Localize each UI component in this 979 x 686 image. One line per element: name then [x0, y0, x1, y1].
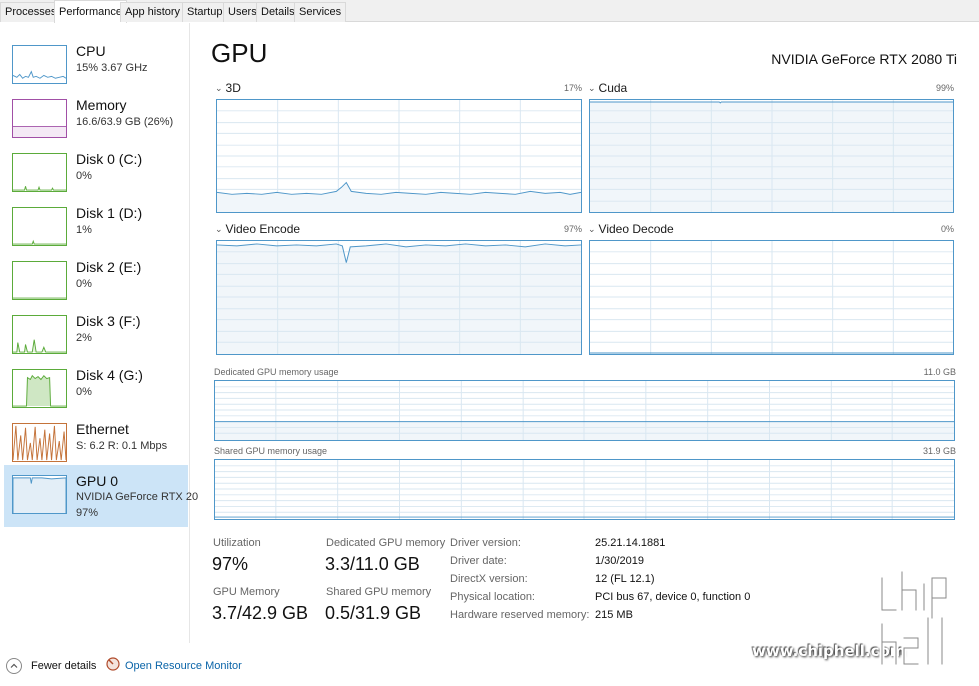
- sidebar-item-label: CPU: [76, 43, 106, 59]
- fewer-details-label: Fewer details: [31, 660, 97, 672]
- tab-processes[interactable]: Processes: [0, 2, 62, 22]
- hardware-reserved-memory-label: Hardware reserved memory:: [450, 609, 590, 621]
- engine-percent: 99%: [935, 83, 954, 93]
- hardware-reserved-memory-value: 215 MB: [595, 609, 633, 621]
- resource-monitor-icon: [106, 656, 120, 676]
- gpu-0-thumbnail-graph: [12, 475, 67, 514]
- page-title: GPU: [211, 38, 268, 68]
- gpu-memory-value: 3.7/42.9 GB: [212, 603, 309, 623]
- engine-graph-video-decode: [589, 240, 954, 355]
- engine-label: Video Encode: [225, 222, 301, 236]
- sidebar-item-disk-0[interactable]: Disk 0 (C:) 0%: [4, 145, 188, 207]
- engine-label: Video Decode: [598, 222, 674, 236]
- sidebar-item-disk-3[interactable]: Disk 3 (F:) 2%: [4, 307, 188, 369]
- open-resource-monitor-link[interactable]: Open Resource Monitor: [106, 656, 242, 676]
- physical-location-value: PCI bus 67, device 0, function 0: [595, 591, 751, 603]
- shared-memory-graph-label: Shared GPU memory usage: [214, 446, 328, 456]
- sidebar-item-cpu[interactable]: CPU 15% 3.67 GHz: [4, 37, 188, 99]
- dedicated-memory-graph: [214, 380, 955, 441]
- sidebar-item-label: Ethernet: [76, 421, 129, 437]
- tab-startup[interactable]: Startup: [182, 2, 228, 22]
- sidebar-item-label: Disk 1 (D:): [76, 205, 143, 221]
- tab-performance[interactable]: Performance: [54, 0, 127, 23]
- sidebar-item-percent: 97%: [76, 507, 99, 519]
- physical-location-label: Physical location:: [450, 591, 535, 603]
- dedicated-memory-graph-label: Dedicated GPU memory usage: [214, 367, 339, 377]
- shared-gpu-memory-label: Shared GPU memory: [326, 586, 432, 598]
- disk-0-thumbnail-graph: [12, 153, 67, 192]
- driver-version-label: Driver version:: [450, 537, 521, 549]
- engine-selector-cuda[interactable]: ⌄ Cuda: [588, 81, 627, 95]
- sidebar-item-disk-2[interactable]: Disk 2 (E:) 0%: [4, 253, 188, 315]
- chevron-down-icon: ⌄: [215, 224, 223, 234]
- dedicated-memory-capacity: 11.0 GB: [923, 367, 956, 377]
- directx-version-value: 12 (FL 12.1): [595, 573, 655, 585]
- gpu-model-name: NVIDIA GeForce RTX 2080 Ti: [771, 51, 957, 67]
- sidebar-item-label: Disk 4 (G:): [76, 367, 143, 383]
- engine-percent: 17%: [563, 83, 582, 93]
- sidebar-item-gpu-0[interactable]: GPU 0 NVIDIA GeForce RTX 20 97%: [4, 465, 198, 527]
- directx-version-label: DirectX version:: [450, 573, 528, 585]
- disk-4-thumbnail-graph: [12, 369, 67, 408]
- sidebar-item-label: GPU 0: [76, 473, 119, 489]
- tab-bar: Processes Performance App history Startu…: [0, 0, 979, 23]
- chevron-down-icon: ⌄: [215, 83, 223, 93]
- sidebar-item-detail: S: 6.2 R: 0.1 Mbps: [76, 440, 168, 452]
- sidebar-item-label: Disk 2 (E:): [76, 259, 142, 275]
- sidebar-item-disk-1[interactable]: Disk 1 (D:) 1%: [4, 199, 188, 261]
- utilization-value: 97%: [212, 554, 249, 574]
- sidebar-item-detail: 0%: [76, 170, 92, 182]
- dedicated-gpu-memory-label: Dedicated GPU memory: [326, 537, 446, 549]
- tab-app-history[interactable]: App history: [120, 2, 186, 22]
- cpu-thumbnail-graph: [12, 45, 67, 84]
- sidebar-item-label: Disk 0 (C:): [76, 151, 143, 167]
- sidebar-item-detail: 0%: [76, 278, 92, 290]
- open-resource-monitor-label: Open Resource Monitor: [125, 660, 242, 672]
- chevron-up-icon: [6, 658, 22, 674]
- shared-gpu-memory-value: 0.5/31.9 GB: [325, 603, 422, 623]
- shared-memory-capacity: 31.9 GB: [922, 446, 956, 456]
- engine-graph-cuda: [589, 99, 954, 213]
- sidebar-item-detail: 15% 3.67 GHz: [76, 62, 148, 74]
- fewer-details-button[interactable]: Fewer details: [6, 656, 96, 676]
- sidebar-item-detail: NVIDIA GeForce RTX 20: [76, 491, 199, 503]
- engine-graph-video-encode: [216, 240, 582, 355]
- disk-1-thumbnail-graph: [12, 207, 67, 246]
- engine-label: Cuda: [598, 81, 628, 95]
- utilization-label: Utilization: [213, 537, 261, 549]
- engine-selector-3d[interactable]: ⌄ 3D: [215, 81, 241, 95]
- sidebar-item-detail: 0%: [76, 386, 92, 398]
- sidebar-item-disk-4[interactable]: Disk 4 (G:) 0%: [4, 361, 188, 423]
- engine-percent: 97%: [563, 224, 582, 234]
- sidebar-item-detail: 1%: [76, 224, 92, 236]
- chevron-down-icon: ⌄: [588, 224, 596, 234]
- chevron-down-icon: ⌄: [588, 83, 596, 93]
- engine-selector-video-decode[interactable]: ⌄ Video Decode: [588, 222, 674, 236]
- dedicated-gpu-memory-value: 3.3/11.0 GB: [325, 554, 420, 574]
- disk-2-thumbnail-graph: [12, 261, 67, 300]
- disk-3-thumbnail-graph: [12, 315, 67, 354]
- sidebar-item-label: Memory: [76, 97, 127, 113]
- sidebar-item-label: Disk 3 (F:): [76, 313, 141, 329]
- gpu-memory-label: GPU Memory: [213, 586, 280, 598]
- chiphell-watermark-logo: [878, 568, 970, 668]
- sidebar-item-memory[interactable]: Memory 16.6/63.9 GB (26%): [4, 91, 188, 153]
- memory-thumbnail-graph: [12, 99, 67, 138]
- engine-selector-video-encode[interactable]: ⌄ Video Encode: [215, 222, 300, 236]
- sidebar-item-detail: 2%: [76, 332, 92, 344]
- sidebar-item-detail: 16.6/63.9 GB (26%): [76, 116, 174, 128]
- engine-graph-3d: [216, 99, 582, 213]
- tab-services[interactable]: Services: [294, 2, 347, 22]
- shared-memory-graph: [214, 459, 955, 520]
- driver-date-value: 1/30/2019: [595, 555, 644, 567]
- ethernet-thumbnail-graph: [12, 423, 67, 462]
- driver-version-value: 25.21.14.1881: [595, 537, 666, 549]
- sidebar: CPU 15% 3.67 GHz Memory 16.6/63.9 GB (26…: [0, 23, 198, 643]
- driver-date-label: Driver date:: [450, 555, 507, 567]
- engine-label: 3D: [225, 81, 241, 95]
- engine-percent: 0%: [940, 224, 954, 234]
